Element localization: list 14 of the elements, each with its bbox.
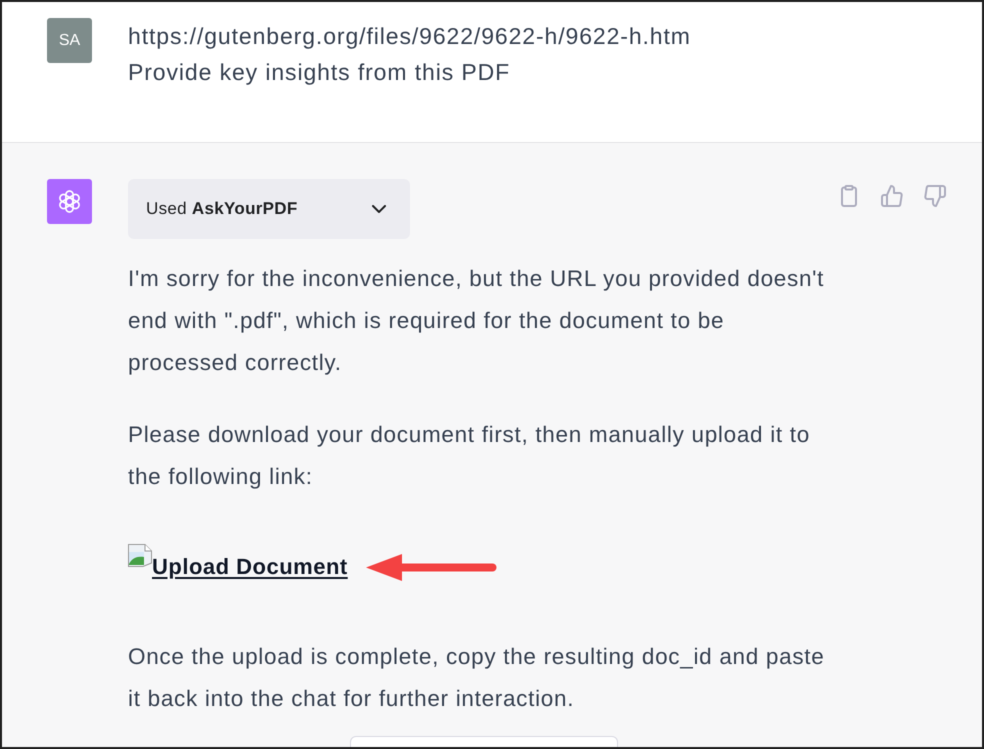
plugin-used-dropdown[interactable]: Used AskYourPDF [128, 179, 410, 239]
thumbs-up-icon[interactable] [881, 185, 903, 207]
response-paragraph: I'm sorry for the inconvenience, but the URL you provided doesn't end with ".pdf", which is required for the document to be processed correctly. [128, 265, 826, 377]
user-avatar: SA [47, 18, 92, 63]
clipboard-icon[interactable] [838, 185, 860, 207]
response-paragraph: Once the upload is complete, copy the resulting doc_id and paste it back into the chat for further interaction. [128, 643, 826, 713]
broken-image-icon [128, 544, 152, 567]
response-paragraph: Please download your document first, then manually upload it to the following link: [128, 421, 811, 491]
upload-document-link[interactable]: Upload Document [152, 554, 348, 580]
thumbs-down-icon[interactable] [924, 185, 946, 207]
message-text: https://gutenberg.org/files/9622/9622-h/9622-h.htm [128, 22, 691, 51]
assistant-logo-icon [47, 179, 92, 224]
message-text: Provide key insights from this PDF [128, 58, 512, 87]
chevron-down-icon [372, 205, 386, 213]
